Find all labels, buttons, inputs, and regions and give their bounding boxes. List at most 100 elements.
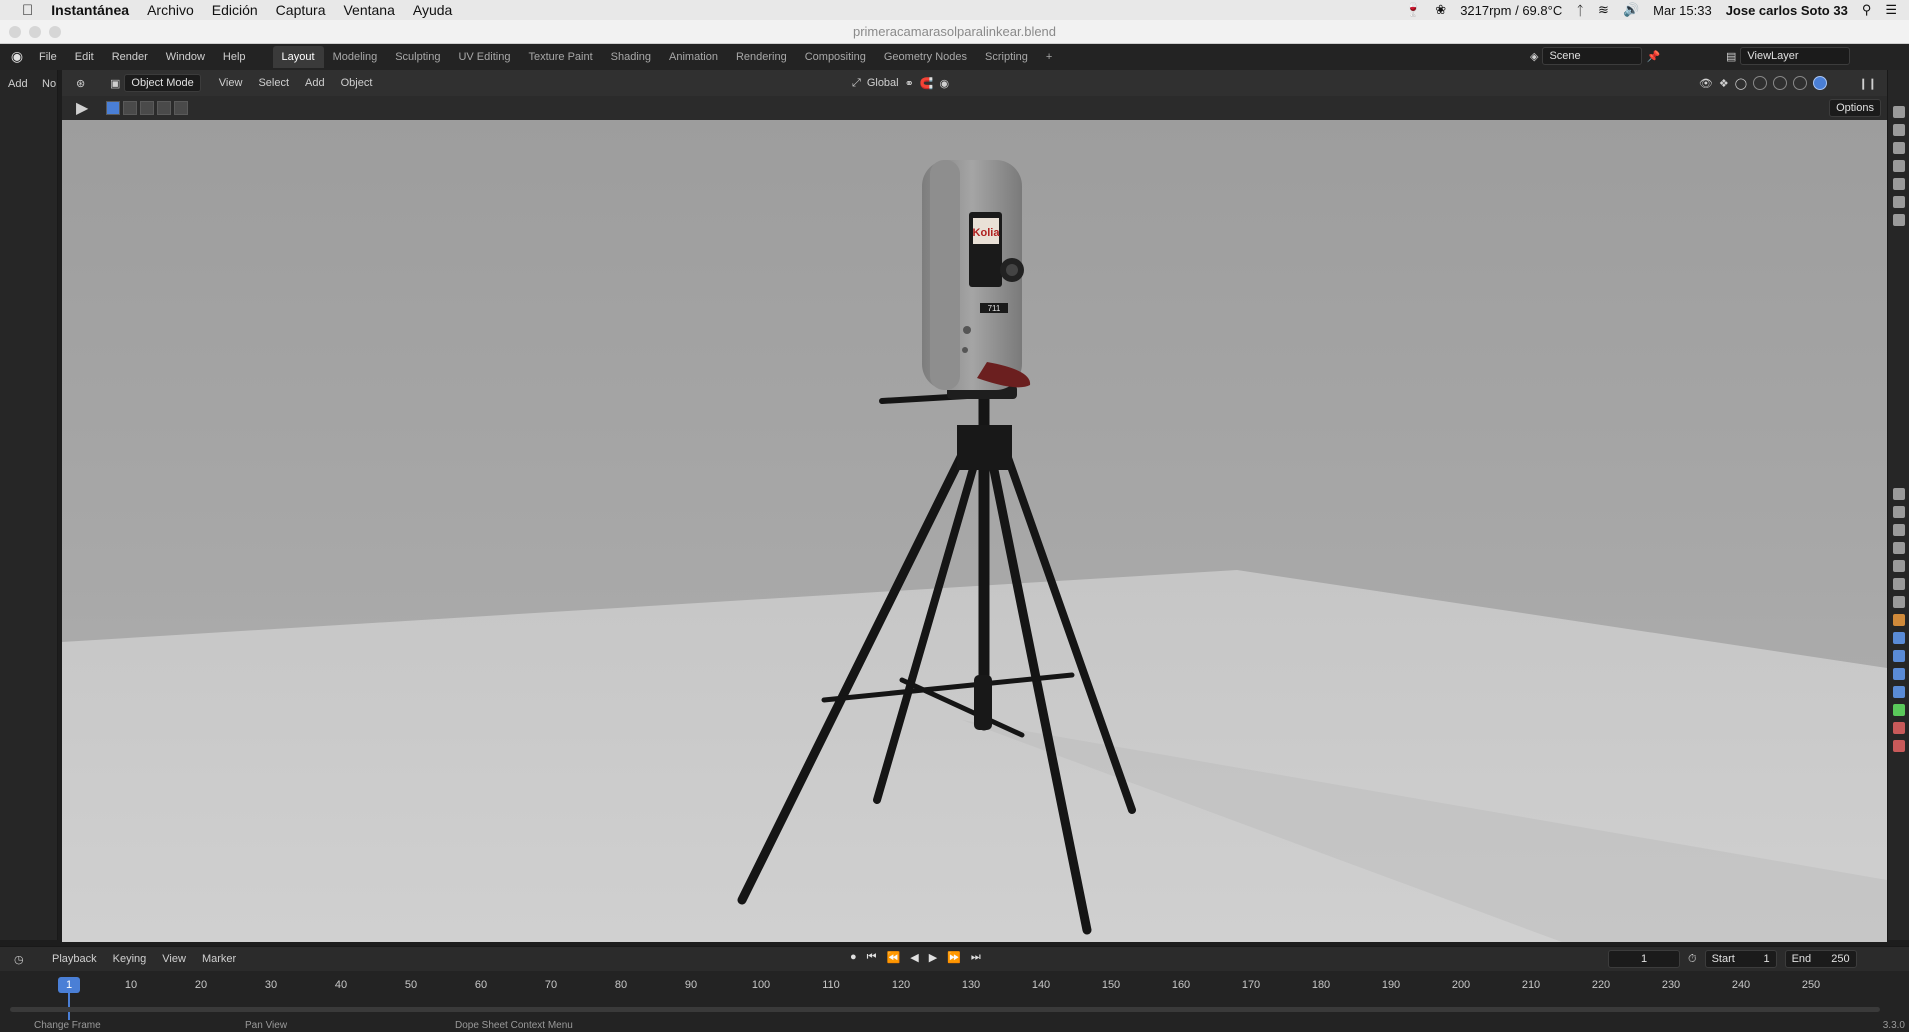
- jump-end-icon[interactable]: ⏭: [971, 951, 981, 964]
- visibility-icon[interactable]: 👁: [1699, 77, 1713, 90]
- render-properties-icon[interactable]: [1892, 506, 1905, 518]
- proportional-edit-icon[interactable]: ◉: [940, 77, 950, 90]
- overlay-icon[interactable]: ◯: [1735, 77, 1747, 90]
- material-properties-icon[interactable]: [1892, 722, 1905, 734]
- constraint-properties-icon[interactable]: [1892, 686, 1905, 698]
- menu-add[interactable]: Add: [305, 77, 325, 89]
- wine-icon[interactable]: 🍷: [1405, 2, 1421, 18]
- menu-marker[interactable]: Marker: [202, 953, 236, 965]
- pivot-icon[interactable]: ⚭: [905, 77, 914, 90]
- scene-icon[interactable]: ◈: [1530, 50, 1538, 63]
- jump-start-icon[interactable]: ⏮: [867, 951, 877, 964]
- view-layer-selector[interactable]: ViewLayer: [1740, 47, 1851, 65]
- data-properties-icon[interactable]: [1892, 704, 1905, 716]
- select-invert-button[interactable]: [157, 101, 171, 115]
- record-icon[interactable]: ●: [850, 951, 857, 964]
- menu-edicion[interactable]: Edición: [212, 2, 258, 18]
- app-name[interactable]: Instantánea: [51, 2, 129, 18]
- scene-properties-icon[interactable]: [1892, 560, 1905, 572]
- menu-playback[interactable]: Playback: [52, 953, 97, 965]
- volume-icon[interactable]: 🔊: [1623, 2, 1639, 18]
- scene-selector[interactable]: Scene: [1542, 47, 1643, 65]
- select-subtract-button[interactable]: [140, 101, 154, 115]
- camera-icon[interactable]: [1892, 142, 1905, 154]
- camera-icon[interactable]: [1892, 160, 1905, 172]
- options-dropdown[interactable]: Options: [1829, 99, 1881, 117]
- view-layer-properties-icon[interactable]: [1892, 542, 1905, 554]
- tab-scripting[interactable]: Scripting: [976, 46, 1037, 68]
- tool-select-icon[interactable]: ▶: [76, 98, 88, 118]
- camera-icon[interactable]: [1892, 178, 1905, 190]
- fan-icon[interactable]: ❀: [1435, 2, 1446, 18]
- node-menu[interactable]: No: [42, 78, 56, 90]
- camera-icon[interactable]: [1892, 214, 1905, 226]
- start-frame-field[interactable]: Start 1: [1704, 950, 1777, 968]
- add-menu[interactable]: Add: [8, 78, 28, 90]
- play-icon[interactable]: ▶: [929, 951, 937, 964]
- 3d-viewport[interactable]: Kolia 711: [62, 120, 1887, 942]
- select-new-button[interactable]: [106, 101, 120, 115]
- select-intersect-button[interactable]: [174, 101, 188, 115]
- apple-icon[interactable]: : [22, 2, 33, 19]
- tab-texture-paint[interactable]: Texture Paint: [519, 46, 601, 68]
- select-extend-button[interactable]: [123, 101, 137, 115]
- menu-object[interactable]: Object: [341, 77, 373, 89]
- add-workspace-button[interactable]: +: [1037, 46, 1061, 68]
- tab-modeling[interactable]: Modeling: [324, 46, 387, 68]
- play-reverse-icon[interactable]: ◀: [910, 951, 918, 964]
- tab-uv-editing[interactable]: UV Editing: [449, 46, 519, 68]
- menu-captura[interactable]: Captura: [276, 2, 326, 18]
- output-properties-icon[interactable]: [1892, 524, 1905, 536]
- bluetooth-icon[interactable]: ᛏ: [1576, 3, 1584, 18]
- particle-properties-icon[interactable]: [1892, 650, 1905, 662]
- menu-edit[interactable]: Edit: [68, 48, 101, 66]
- timeline-editor-type-icon[interactable]: ◷: [14, 953, 24, 966]
- wifi-icon[interactable]: ≋: [1598, 2, 1609, 18]
- camera-icon[interactable]: [1892, 196, 1905, 208]
- solid-shading-button[interactable]: [1773, 76, 1787, 90]
- menu-keying[interactable]: Keying: [113, 953, 147, 965]
- tab-animation[interactable]: Animation: [660, 46, 727, 68]
- wireframe-shading-button[interactable]: [1753, 76, 1767, 90]
- snap-icon[interactable]: 🧲: [920, 77, 934, 90]
- menu-file[interactable]: File: [32, 48, 64, 66]
- object-properties-icon[interactable]: [1892, 614, 1905, 626]
- preview-range-icon[interactable]: ⏱: [1688, 953, 1697, 966]
- current-frame-field[interactable]: 1: [1608, 950, 1680, 968]
- editor-type-icon[interactable]: ⊛: [76, 77, 85, 90]
- menu-render[interactable]: Render: [105, 48, 155, 66]
- control-center-icon[interactable]: ☰: [1885, 2, 1897, 18]
- menu-help[interactable]: Help: [216, 48, 253, 66]
- timeline-ruler[interactable]: 1 10 20 30 40 50 60 70 80 90 100 110 120 130 140 150 16…: [0, 971, 1909, 1023]
- material-preview-button[interactable]: [1793, 76, 1807, 90]
- mode-selector[interactable]: Object Mode: [124, 74, 201, 92]
- physics-properties-icon[interactable]: [1892, 668, 1905, 680]
- end-frame-field[interactable]: End 250: [1784, 950, 1857, 968]
- tab-sculpting[interactable]: Sculpting: [386, 46, 449, 68]
- tab-layout[interactable]: Layout: [272, 46, 324, 68]
- prev-keyframe-icon[interactable]: ⏪: [887, 951, 901, 964]
- tool-properties-icon[interactable]: [1892, 488, 1905, 500]
- system-status[interactable]: 3217rpm / 69.8°C: [1460, 3, 1562, 18]
- user-name[interactable]: Jose carlos Soto 33: [1726, 3, 1848, 18]
- menu-view[interactable]: View: [219, 77, 243, 89]
- view-layer-icon[interactable]: ▤: [1726, 50, 1736, 63]
- rendered-shading-button[interactable]: [1813, 76, 1827, 90]
- orientation-selector[interactable]: Global: [867, 77, 899, 89]
- menu-window[interactable]: Window: [159, 48, 212, 66]
- menu-ayuda[interactable]: Ayuda: [413, 2, 452, 18]
- menu-select[interactable]: Select: [258, 77, 289, 89]
- modifier-properties-icon[interactable]: [1892, 632, 1905, 644]
- tab-rendering[interactable]: Rendering: [727, 46, 796, 68]
- playhead[interactable]: 1: [58, 977, 80, 993]
- camera-icon[interactable]: [1892, 124, 1905, 136]
- tab-shading[interactable]: Shading: [602, 46, 660, 68]
- texture-properties-icon[interactable]: [1892, 740, 1905, 752]
- menu-timeline-view[interactable]: View: [162, 953, 186, 965]
- pin-icon[interactable]: 📌: [1646, 50, 1660, 63]
- world-properties-icon[interactable]: [1892, 578, 1905, 590]
- menu-archivo[interactable]: Archivo: [147, 2, 194, 18]
- search-icon[interactable]: ⚲: [1862, 2, 1872, 18]
- next-keyframe-icon[interactable]: ⏩: [947, 951, 961, 964]
- tab-geometry-nodes[interactable]: Geometry Nodes: [875, 46, 976, 68]
